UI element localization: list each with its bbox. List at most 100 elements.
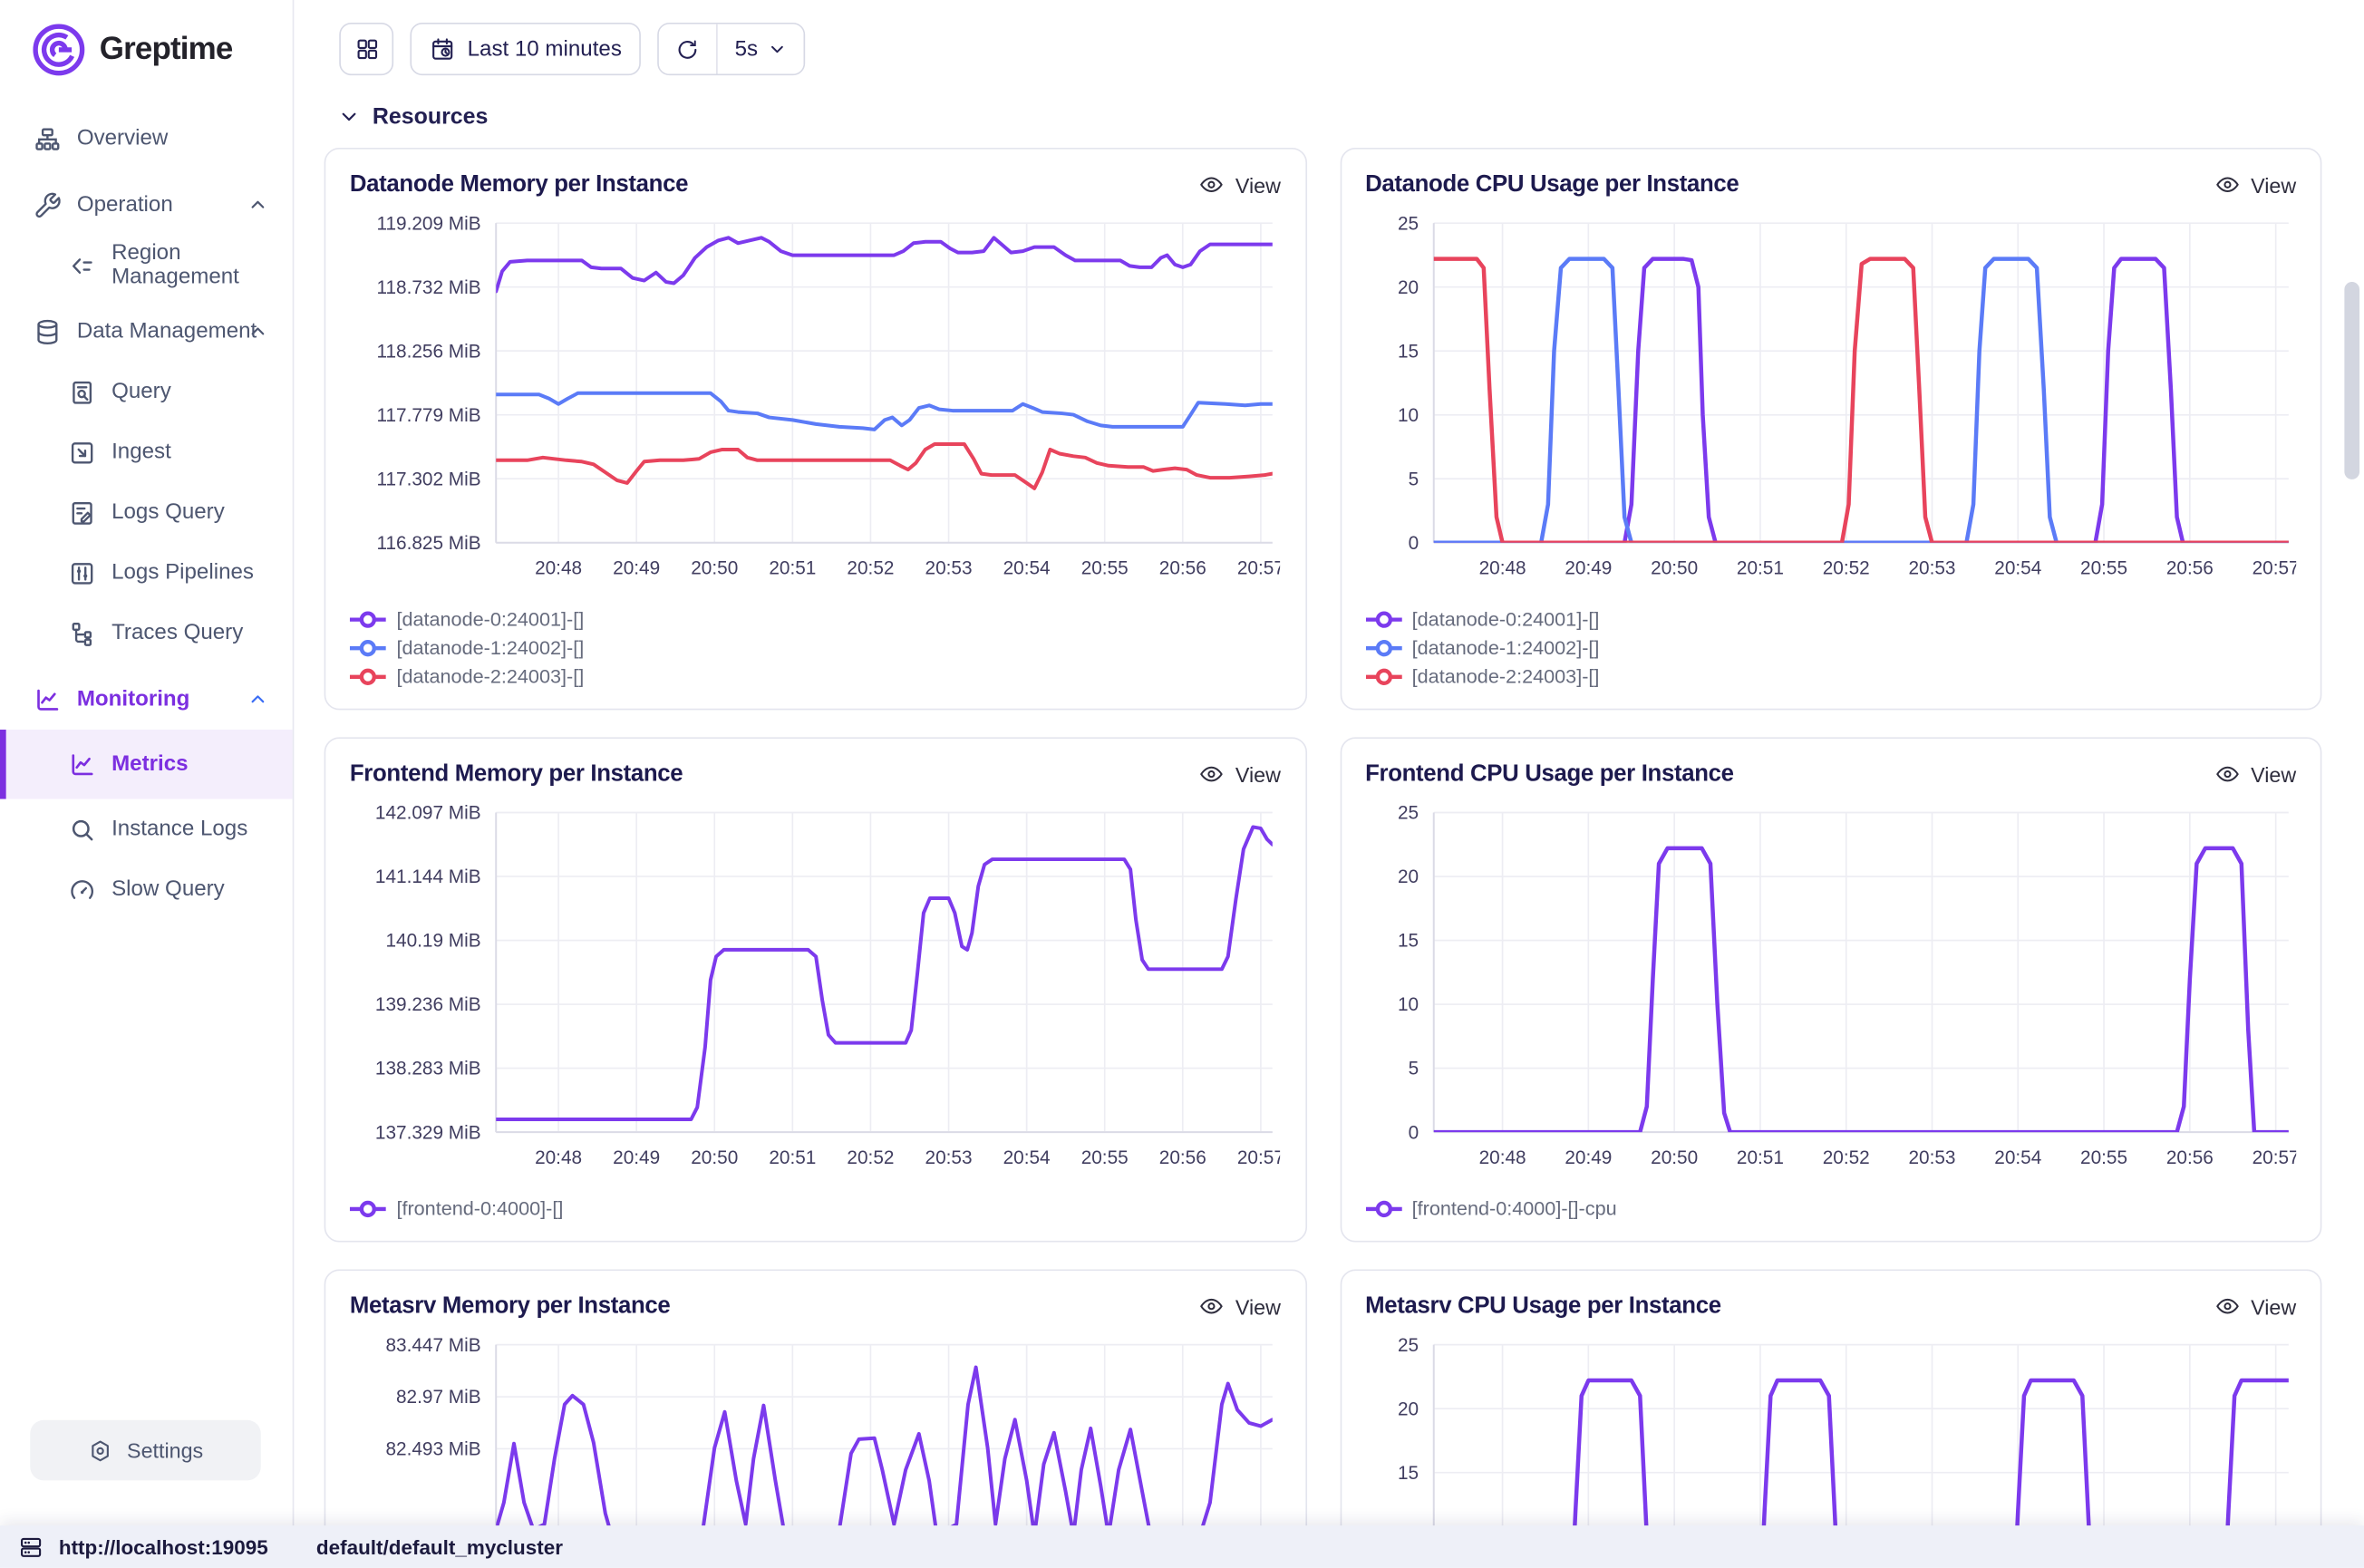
chart-card-datanode-memory-per-instance: Datanode Memory per InstanceView119.209 … xyxy=(325,148,1307,710)
grid-icon xyxy=(354,36,379,62)
view-button[interactable]: View xyxy=(2214,761,2296,787)
chart-canvas[interactable]: 119.209 MiB118.732 MiB118.256 MiB117.779… xyxy=(350,208,1280,595)
logo[interactable]: Greptime xyxy=(0,0,293,100)
svg-text:20:57: 20:57 xyxy=(1237,558,1280,579)
sidebar-item-label: Monitoring xyxy=(77,687,190,711)
view-label: View xyxy=(1235,172,1281,197)
chart-canvas[interactable]: 252015105020:4820:4920:5020:5120:5220:53… xyxy=(1365,798,2295,1184)
svg-text:20:52: 20:52 xyxy=(847,1147,894,1168)
sidebar-item-operation[interactable]: Operation xyxy=(0,175,293,236)
legend-item[interactable]: [datanode-0:24001]-[] xyxy=(350,605,1281,634)
legend-item[interactable]: [datanode-2:24003]-[] xyxy=(350,662,1281,691)
legend-item[interactable]: [datanode-0:24001]-[] xyxy=(1365,605,2296,634)
card-header: Metasrv Memory per InstanceView xyxy=(350,1293,1281,1321)
sidebar-item-metrics[interactable]: Metrics xyxy=(0,730,293,799)
svg-text:25: 25 xyxy=(1397,1335,1418,1356)
sidebar-item-region-management[interactable]: Region Management xyxy=(0,235,293,295)
svg-text:20:55: 20:55 xyxy=(1081,1147,1129,1168)
svg-text:119.209 MiB: 119.209 MiB xyxy=(376,213,480,234)
svg-text:142.097 MiB: 142.097 MiB xyxy=(375,803,481,824)
legend-item[interactable]: [frontend-0:4000]-[] xyxy=(350,1194,1281,1223)
legend-label: [datanode-1:24002]-[] xyxy=(1412,636,1600,659)
chart-title: Metasrv CPU Usage per Instance xyxy=(1365,1293,1721,1321)
legend-marker-icon xyxy=(350,667,386,685)
chart-canvas[interactable]: 252015105020:4820:4920:5020:5120:5220:53… xyxy=(1365,208,2295,595)
legend-item[interactable]: [datanode-1:24002]-[] xyxy=(1365,634,2296,663)
refresh-button[interactable] xyxy=(659,24,716,74)
sidebar-item-slow-query[interactable]: Slow Query xyxy=(0,859,293,920)
legend-item[interactable]: [datanode-1:24002]-[] xyxy=(350,634,1281,663)
search-icon xyxy=(66,814,96,844)
svg-text:20:57: 20:57 xyxy=(2252,558,2296,579)
view-button[interactable]: View xyxy=(2214,172,2296,198)
chart-card-datanode-cpu-usage-per-instance: Datanode CPU Usage per InstanceView25201… xyxy=(1340,148,2322,710)
svg-text:20:49: 20:49 xyxy=(613,558,660,579)
sidebar-item-monitoring[interactable]: Monitoring xyxy=(0,669,293,730)
chart-legend: [datanode-0:24001]-[][datanode-1:24002]-… xyxy=(350,605,1281,691)
svg-text:20:48: 20:48 xyxy=(1478,558,1526,579)
sidebar-item-instance-logs[interactable]: Instance Logs xyxy=(0,799,293,860)
overview-icon xyxy=(32,123,62,153)
logo-text: Greptime xyxy=(100,32,233,68)
sidebar-item-ingest[interactable]: Ingest xyxy=(0,422,293,483)
chevron-up-icon[interactable] xyxy=(247,321,268,342)
sidebar-item-overview[interactable]: Overview xyxy=(0,109,293,169)
legend-label: [frontend-0:4000]-[] xyxy=(396,1197,563,1220)
chevron-up-icon[interactable] xyxy=(247,689,268,710)
sidebar-item-logs-pipelines[interactable]: Logs Pipelines xyxy=(0,543,293,604)
legend-item[interactable]: [frontend-0:4000]-[]-cpu xyxy=(1365,1194,2296,1223)
legend-item[interactable]: [datanode-2:24003]-[] xyxy=(1365,662,2296,691)
eye-icon xyxy=(1199,761,1225,787)
view-button[interactable]: View xyxy=(1199,1293,1281,1319)
chart-canvas[interactable]: 142.097 MiB141.144 MiB140.19 MiB139.236 … xyxy=(350,798,1280,1184)
settings-button[interactable]: Settings xyxy=(30,1420,260,1481)
svg-text:20:57: 20:57 xyxy=(2252,1147,2296,1168)
scrollbar-thumb[interactable] xyxy=(2344,282,2359,479)
connection-url[interactable]: http://localhost:19095 xyxy=(59,1535,268,1558)
chart-canvas[interactable]: 83.447 MiB82.97 MiB82.493 MiB20:4820:492… xyxy=(350,1330,1280,1525)
svg-text:20: 20 xyxy=(1397,1399,1418,1419)
time-range-label: Last 10 minutes xyxy=(468,37,622,62)
sidebar-item-label: Region Management xyxy=(111,241,293,289)
sidebar-item-label: Slow Query xyxy=(111,877,225,902)
svg-text:20:56: 20:56 xyxy=(2165,1147,2213,1168)
cluster-name[interactable]: default/default_mycluster xyxy=(316,1535,563,1558)
eye-icon xyxy=(2214,761,2240,787)
chart-line-icon xyxy=(32,684,62,714)
sidebar-item-label: Logs Pipelines xyxy=(111,561,254,586)
view-button[interactable]: View xyxy=(1199,172,1281,198)
svg-text:20:54: 20:54 xyxy=(1003,558,1051,579)
card-header: Datanode CPU Usage per InstanceView xyxy=(1365,172,2296,199)
refresh-interval-select[interactable]: 5s xyxy=(717,24,803,74)
resources-section-toggle[interactable]: Resources xyxy=(296,75,2364,145)
svg-text:140.19 MiB: 140.19 MiB xyxy=(385,931,480,952)
sidebar-item-label: Overview xyxy=(77,127,169,151)
svg-text:20:54: 20:54 xyxy=(1003,1147,1051,1168)
chart-canvas[interactable]: 25201520:4820:4920:5020:5120:5220:5320:5… xyxy=(1365,1330,2295,1525)
svg-text:15: 15 xyxy=(1397,341,1418,362)
chart-legend: [frontend-0:4000]-[] xyxy=(350,1194,1281,1223)
svg-text:20: 20 xyxy=(1397,277,1418,298)
dashboard-grid-button[interactable] xyxy=(339,23,393,75)
sidebar-item-data-management[interactable]: Data Management xyxy=(0,302,293,363)
chart-title: Frontend CPU Usage per Instance xyxy=(1365,761,1734,789)
svg-text:138.283 MiB: 138.283 MiB xyxy=(375,1059,481,1079)
time-range-button[interactable]: Last 10 minutes xyxy=(410,23,641,75)
sidebar-item-label: Instance Logs xyxy=(111,817,247,841)
view-button[interactable]: View xyxy=(1199,761,1281,787)
svg-text:20:48: 20:48 xyxy=(535,558,582,579)
sidebar-item-logs-query[interactable]: Logs Query xyxy=(0,482,293,543)
svg-text:20:57: 20:57 xyxy=(1237,1147,1280,1168)
view-button[interactable]: View xyxy=(2214,1293,2296,1319)
sidebar-item-query[interactable]: Query xyxy=(0,362,293,422)
chevron-up-icon[interactable] xyxy=(247,195,268,216)
svg-text:20:56: 20:56 xyxy=(2165,558,2213,579)
svg-text:25: 25 xyxy=(1397,803,1418,824)
svg-text:20: 20 xyxy=(1397,866,1418,887)
chevron-down-icon xyxy=(767,39,787,59)
charts-grid: Datanode Memory per InstanceView119.209 … xyxy=(325,148,2322,1525)
doc-search-icon xyxy=(66,377,96,407)
svg-text:116.825 MiB: 116.825 MiB xyxy=(376,533,480,554)
svg-text:5: 5 xyxy=(1408,469,1419,489)
sidebar-item-traces-query[interactable]: Traces Query xyxy=(0,603,293,663)
